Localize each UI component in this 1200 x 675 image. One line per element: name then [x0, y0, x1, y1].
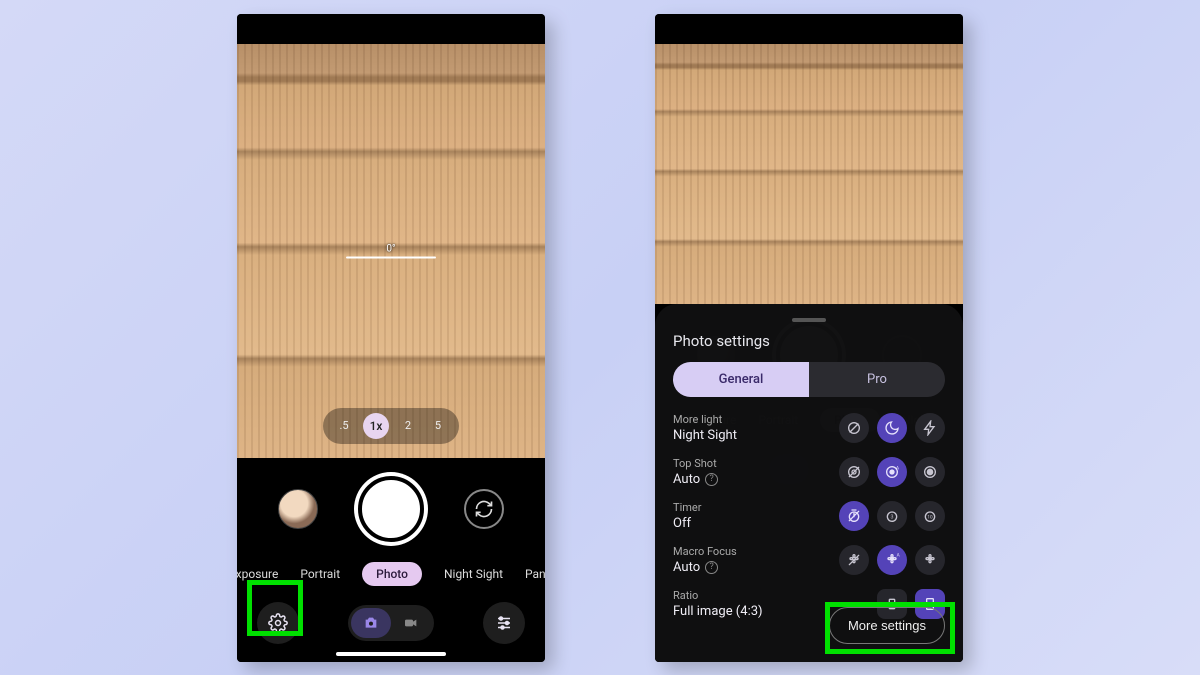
adjustments-button[interactable]: [483, 602, 525, 644]
zoom-selector[interactable]: .5 1x 2 5: [323, 408, 459, 444]
camera-icon: [363, 615, 379, 631]
viewfinder[interactable]: 0° .5 1x 2 5: [237, 44, 545, 458]
setting-label: Ratio: [673, 589, 763, 602]
zoom-1x[interactable]: 1x: [363, 413, 389, 439]
setting-options: A: [839, 545, 945, 575]
drag-handle[interactable]: [792, 318, 826, 322]
option-auto-rec[interactable]: A: [877, 457, 907, 487]
zoom-2x[interactable]: 2: [397, 415, 419, 437]
help-icon[interactable]: ?: [705, 561, 718, 574]
setting-value: Auto?: [673, 560, 737, 575]
setting-row-more-light: More light Night Sight: [673, 413, 945, 443]
svg-text:10: 10: [927, 514, 933, 520]
setting-row-top-shot: Top Shot Auto? A: [673, 457, 945, 487]
setting-options: 3 10: [839, 501, 945, 531]
setting-label: Top Shot: [673, 457, 718, 470]
setting-value: Full image (4:3): [673, 604, 763, 619]
status-bar: [655, 14, 963, 44]
svg-text:A: A: [897, 552, 900, 558]
tab-pro[interactable]: Pro: [809, 362, 945, 397]
option-no-rec[interactable]: [839, 457, 869, 487]
mode-portrait[interactable]: Portrait: [300, 562, 340, 586]
zoom-5x[interactable]: 5: [427, 415, 449, 437]
photo-settings-panel: Photo settings General Pro More light Nig…: [655, 304, 963, 662]
option-flower-auto[interactable]: A: [877, 545, 907, 575]
viewfinder-preview: [655, 44, 963, 304]
option-flash[interactable]: [915, 413, 945, 443]
option-moon[interactable]: [877, 413, 907, 443]
option-rec[interactable]: [915, 457, 945, 487]
panel-title: Photo settings: [673, 332, 945, 350]
setting-row-macro-focus: Macro Focus Auto? A: [673, 545, 945, 575]
help-icon[interactable]: ?: [705, 473, 718, 486]
photo-video-toggle[interactable]: [348, 605, 434, 641]
toggle-photo[interactable]: [351, 608, 391, 638]
option-timer-off[interactable]: [839, 501, 869, 531]
setting-options: A: [839, 457, 945, 487]
phone-camera-settings-panel: g ExposurePortraitPhotoNight S Photo set…: [655, 14, 963, 662]
setting-value: Auto?: [673, 472, 718, 487]
mode-selector[interactable]: g Exposure Portrait Photo Night Sight Pa…: [237, 562, 545, 586]
option-off[interactable]: [839, 413, 869, 443]
switch-camera-button[interactable]: [464, 489, 504, 529]
zoom-0-5x[interactable]: .5: [333, 415, 355, 437]
switch-camera-icon: [474, 499, 494, 519]
svg-text:A: A: [896, 465, 899, 471]
setting-label: More light: [673, 413, 737, 426]
mode-night-sight[interactable]: Night Sight: [444, 562, 503, 586]
more-settings-button[interactable]: More settings: [829, 607, 945, 644]
settings-tabs[interactable]: General Pro: [673, 362, 945, 397]
setting-label: Timer: [673, 501, 701, 514]
option-timer-3[interactable]: 3: [877, 501, 907, 531]
gallery-thumbnail[interactable]: [278, 489, 318, 529]
home-indicator[interactable]: [336, 652, 446, 656]
sliders-icon: [495, 614, 513, 632]
setting-value: Off: [673, 516, 701, 531]
toggle-video[interactable]: [391, 608, 431, 638]
option-flower-off[interactable]: [839, 545, 869, 575]
setting-value: Night Sight: [673, 428, 737, 443]
status-bar: [237, 14, 545, 44]
option-flower[interactable]: [915, 545, 945, 575]
mode-panorama[interactable]: Panora: [525, 562, 545, 586]
svg-text:3: 3: [891, 514, 894, 520]
shutter-button[interactable]: [358, 476, 424, 542]
video-icon: [403, 615, 419, 631]
phone-camera-main: 0° .5 1x 2 5 g Exposure Portrait Photo N…: [237, 14, 545, 662]
level-value: 0°: [386, 243, 395, 254]
mode-photo[interactable]: Photo: [362, 562, 422, 586]
option-timer-10[interactable]: 10: [915, 501, 945, 531]
controls-area: g Exposure Portrait Photo Night Sight Pa…: [237, 458, 545, 662]
viewfinder[interactable]: [655, 44, 963, 304]
setting-options: [839, 413, 945, 443]
gear-icon: [268, 613, 288, 633]
tab-general[interactable]: General: [673, 362, 809, 397]
mode-long-exposure[interactable]: g Exposure: [237, 562, 278, 586]
setting-row-timer: Timer Off 3 10: [673, 501, 945, 531]
level-indicator: 0°: [346, 243, 436, 258]
settings-button[interactable]: [257, 602, 299, 644]
setting-label: Macro Focus: [673, 545, 737, 558]
